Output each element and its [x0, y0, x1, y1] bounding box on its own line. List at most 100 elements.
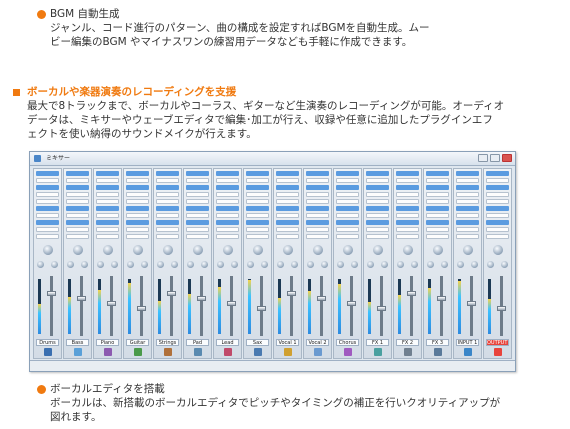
channel-setting-row	[456, 185, 479, 190]
channel-name: Strings	[156, 339, 179, 346]
channel-setting-row	[156, 192, 179, 197]
volume-fader	[196, 296, 206, 301]
mixer-statusbar	[30, 360, 515, 371]
channel-setting-row	[186, 192, 209, 197]
channel-setting-row	[36, 213, 59, 218]
fader-track	[469, 276, 473, 336]
channel-setting-row	[336, 206, 359, 211]
channel-setting-row	[246, 171, 269, 176]
level-meter	[368, 279, 371, 334]
close-icon	[502, 154, 512, 162]
channel-setting-row	[96, 199, 119, 204]
channel-strip: FX 3	[423, 168, 452, 359]
level-meter	[458, 279, 461, 334]
channel-setting-row	[186, 220, 209, 225]
channel-setting-row	[246, 178, 269, 183]
channel-setting-row	[96, 206, 119, 211]
send-knob	[441, 261, 448, 268]
pan-knob	[312, 245, 323, 255]
channel-setting-row	[216, 185, 239, 190]
channel-setting-row	[216, 234, 239, 239]
channel-strip: Bass	[63, 168, 92, 359]
channel-setting-row	[96, 192, 119, 197]
level-meter	[488, 279, 491, 334]
send-knob	[277, 261, 284, 268]
channel-setting-row	[426, 171, 449, 176]
channel-setting-row	[366, 185, 389, 190]
channel-setting-row	[186, 206, 209, 211]
channel-setting-row	[66, 199, 89, 204]
channel-setting-row	[186, 234, 209, 239]
channel-setting-row	[366, 220, 389, 225]
channel-setting-row	[96, 234, 119, 239]
channel-setting-row	[456, 227, 479, 232]
channel-setting-row	[246, 227, 269, 232]
channel-setting-row	[66, 234, 89, 239]
channel-setting-row	[276, 213, 299, 218]
send-knob	[291, 261, 298, 268]
channel-type-icon	[313, 348, 322, 356]
channel-setting-row	[456, 234, 479, 239]
pan-knob	[462, 245, 473, 255]
send-knob	[307, 261, 314, 268]
channel-setting-row	[126, 220, 149, 225]
channel-setting-row	[426, 206, 449, 211]
channel-setting-row	[126, 171, 149, 176]
mixer-window-title: ミキサー	[46, 155, 71, 162]
channel-setting-row	[426, 192, 449, 197]
channel-setting-row	[216, 199, 239, 204]
channel-setting-row	[336, 220, 359, 225]
fader-track	[409, 276, 413, 336]
send-knob	[97, 261, 104, 268]
channel-setting-row	[336, 213, 359, 218]
channel-setting-row	[246, 234, 269, 239]
channel-type-icon	[253, 348, 262, 356]
channel-setting-row	[306, 220, 329, 225]
channel-strip: INPUT 1	[453, 168, 482, 359]
channel-setting-row	[126, 206, 149, 211]
channel-setting-row	[156, 199, 179, 204]
channel-setting-row	[366, 213, 389, 218]
channel-setting-row	[486, 220, 509, 225]
section-text-recording-1: 最大で8トラックまで、ボーカルやコーラス、ギターなど生演奏のレコーディングが可能…	[27, 100, 505, 112]
channel-setting-row	[486, 227, 509, 232]
fader-track	[229, 276, 233, 336]
channel-setting-row	[276, 220, 299, 225]
channel-setting-row	[276, 192, 299, 197]
pan-knob	[492, 245, 503, 255]
pan-knob	[402, 245, 413, 255]
channel-type-icon	[43, 348, 52, 356]
mixer-screenshot: ミキサー Drums Bass Piano Guitar Strings Pad Lead S…	[29, 151, 516, 372]
send-knob	[67, 261, 74, 268]
channel-name: Guitar	[126, 339, 149, 346]
channel-name: Pad	[186, 339, 209, 346]
channel-strip: FX 1	[363, 168, 392, 359]
volume-fader	[466, 301, 476, 306]
channel-strip: Vocal 2	[303, 168, 332, 359]
channel-strip: Guitar	[123, 168, 152, 359]
channel-setting-row	[366, 199, 389, 204]
channel-setting-row	[126, 213, 149, 218]
channel-setting-row	[426, 220, 449, 225]
channel-setting-row	[216, 178, 239, 183]
volume-fader	[286, 291, 296, 296]
channel-setting-row	[396, 178, 419, 183]
level-meter	[248, 279, 251, 334]
fader-track	[79, 276, 83, 336]
channel-setting-row	[36, 192, 59, 197]
channel-setting-row	[456, 171, 479, 176]
send-knob	[247, 261, 254, 268]
pan-knob	[252, 245, 263, 255]
minimize-icon	[478, 154, 488, 162]
section-text-bgm-2: ビー編集のBGM やマイナスワンの練習用データなども手軽に作成できます。	[50, 36, 413, 48]
channel-setting-row	[276, 185, 299, 190]
channel-setting-row	[126, 178, 149, 183]
pan-knob	[192, 245, 203, 255]
volume-fader	[346, 301, 356, 306]
volume-fader	[436, 296, 446, 301]
volume-fader	[46, 291, 56, 296]
channel-setting-row	[426, 234, 449, 239]
channel-name: FX 3	[426, 339, 449, 346]
level-meter	[68, 279, 71, 334]
channel-setting-row	[366, 192, 389, 197]
